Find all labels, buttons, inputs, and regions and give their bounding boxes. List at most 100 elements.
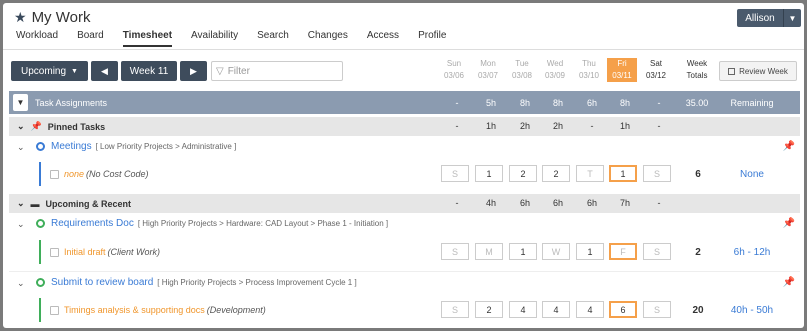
pinned-tasks-group[interactable]: ⌄ 📌 Pinned Tasks - 1h 2h 2h - 1h - [9, 117, 800, 136]
nav-tabs: Workload Board Timesheet Availability Se… [16, 30, 465, 47]
folder-icon: ▬ [30, 198, 40, 209]
status-circle-icon [36, 278, 45, 287]
hour-input-sat[interactable]: S [643, 301, 671, 318]
row-total: 6 [695, 169, 701, 180]
hour-input-sun[interactable]: S [441, 165, 469, 182]
day-total: 6h [519, 198, 530, 208]
review-week-button[interactable]: Review Week [719, 61, 797, 81]
prev-week-button[interactable]: ◀ [91, 61, 118, 81]
task-checkbox[interactable] [50, 306, 59, 315]
task-checkbox[interactable] [50, 248, 59, 257]
week-label[interactable]: Week 11 [121, 61, 177, 81]
hour-input-sat[interactable]: S [643, 165, 671, 182]
hour-input-wed[interactable]: 4 [542, 301, 570, 318]
view-select-label: Upcoming [21, 65, 67, 77]
pin-icon: 📌 [30, 121, 42, 131]
divider [9, 271, 800, 272]
day-total: 8h [519, 98, 530, 108]
status-circle-icon [36, 219, 45, 228]
tab-search[interactable]: Search [257, 30, 289, 47]
chevron-down-icon[interactable]: ⌄ [17, 198, 25, 209]
hour-input-tue[interactable]: 4 [509, 301, 537, 318]
hour-input-sun[interactable]: S [441, 301, 469, 318]
remaining-value[interactable]: 40h - 50h [722, 305, 782, 316]
breadcrumb: [ High Priority Projects > Hardware: CAD… [137, 219, 389, 228]
cost-code: (Development) [206, 305, 266, 315]
hour-input-thu[interactable]: T [576, 165, 604, 182]
day-tue: Tue 03/08 [511, 59, 533, 80]
day-total: - [657, 198, 661, 208]
collapse-all-toggle[interactable]: ▼ [13, 94, 28, 111]
day-total: - [455, 198, 459, 208]
hour-input-sat[interactable]: S [643, 243, 671, 260]
star-icon[interactable]: ★ [14, 9, 27, 26]
task-name[interactable]: Meetings [51, 141, 92, 152]
upcoming-recent-group[interactable]: ⌄ ▬ Upcoming & Recent - 4h 6h 6h 6h 7h - [9, 194, 800, 213]
chevron-down-icon[interactable]: ⌄ [17, 219, 25, 230]
next-week-button[interactable]: ▶ [180, 61, 207, 81]
task-name[interactable]: Requirements Doc [51, 218, 134, 229]
user-name[interactable]: Allison [737, 9, 783, 27]
chevron-down-icon[interactable]: ▼ [783, 9, 801, 27]
day-thu: Thu 03/10 [578, 59, 600, 80]
chevron-down-icon[interactable]: ⌄ [17, 142, 25, 153]
filter-icon: ▽ [216, 65, 224, 77]
chevron-down-icon[interactable]: ⌄ [17, 278, 25, 289]
hour-input-thu[interactable]: 1 [576, 243, 604, 260]
group-label: Upcoming & Recent [45, 198, 132, 209]
day-total: 6h [586, 98, 597, 108]
day-total: 7h [619, 198, 630, 208]
chevron-down-icon[interactable]: ⌄ [17, 121, 25, 132]
tab-board[interactable]: Board [77, 30, 104, 47]
subtask-name[interactable]: Initial draft [64, 247, 106, 257]
hour-input-fri[interactable]: F [609, 243, 637, 260]
task-checkbox[interactable] [50, 170, 59, 179]
hour-input-mon[interactable]: 2 [475, 301, 503, 318]
tab-workload[interactable]: Workload [16, 30, 58, 47]
filter-input[interactable]: ▽ Filter [211, 61, 343, 81]
page-title: ★ My Work [14, 9, 90, 26]
tab-access[interactable]: Access [367, 30, 399, 47]
remaining-value[interactable]: 6h - 12h [722, 247, 782, 258]
hour-input-sun[interactable]: S [441, 243, 469, 260]
subtask-name[interactable]: Timings analysis & supporting docs [64, 305, 205, 315]
subtask-name[interactable]: none [64, 169, 84, 179]
tab-changes[interactable]: Changes [308, 30, 348, 47]
tab-timesheet[interactable]: Timesheet [122, 30, 173, 47]
pin-icon[interactable]: 📌 [783, 218, 795, 229]
pin-icon[interactable]: 📌 [783, 141, 795, 152]
view-select[interactable]: Upcoming ▼ [11, 61, 88, 81]
day-mon: Mon 03/07 [477, 59, 499, 80]
task-requirements-doc[interactable]: ⌄ Requirements Doc[ High Priority Projec… [9, 216, 800, 234]
day-sun: Sun 03/06 [443, 59, 465, 80]
subtask-row: none (No Cost Code) S 1 2 2 T 1 S 6 None [9, 162, 800, 190]
tab-availability[interactable]: Availability [191, 30, 238, 47]
remaining-value[interactable]: None [722, 169, 782, 180]
day-total: 2h [552, 121, 563, 131]
app-window: ★ My Work Allison ▼ Workload Board Times… [3, 3, 804, 328]
hour-input-tue[interactable]: 1 [509, 243, 537, 260]
hour-input-wed[interactable]: W [542, 243, 570, 260]
tab-profile[interactable]: Profile [418, 30, 446, 47]
hour-input-fri[interactable]: 6 [609, 301, 637, 318]
task-meetings[interactable]: ⌄ Meetings[ Low Priority Projects > Admi… [9, 139, 800, 157]
hour-input-mon[interactable]: M [475, 243, 503, 260]
hour-input-fri[interactable]: 1 [609, 165, 637, 182]
filter-placeholder: Filter [227, 65, 250, 77]
pin-icon[interactable]: 📌 [783, 277, 795, 288]
hour-input-tue[interactable]: 2 [509, 165, 537, 182]
cost-code: (No Cost Code) [86, 169, 149, 179]
hour-input-mon[interactable]: 1 [475, 165, 503, 182]
day-wed: Wed 03/09 [544, 59, 566, 80]
task-name[interactable]: Submit to review board [51, 277, 153, 288]
user-menu-button[interactable]: Allison ▼ [737, 9, 801, 27]
row-total: 20 [692, 305, 704, 316]
caret-down-icon: ▼ [71, 67, 78, 75]
hour-input-wed[interactable]: 2 [542, 165, 570, 182]
day-total: - [455, 98, 459, 108]
breadcrumb: [ Low Priority Projects > Administrative… [95, 142, 237, 151]
subtask-row: Initial draft (Client Work) S M 1 W 1 F S… [9, 240, 800, 268]
hour-input-thu[interactable]: 4 [576, 301, 604, 318]
row-total: 2 [695, 247, 701, 258]
task-submit-review-board[interactable]: ⌄ Submit to review board [ High Priority … [9, 275, 800, 293]
